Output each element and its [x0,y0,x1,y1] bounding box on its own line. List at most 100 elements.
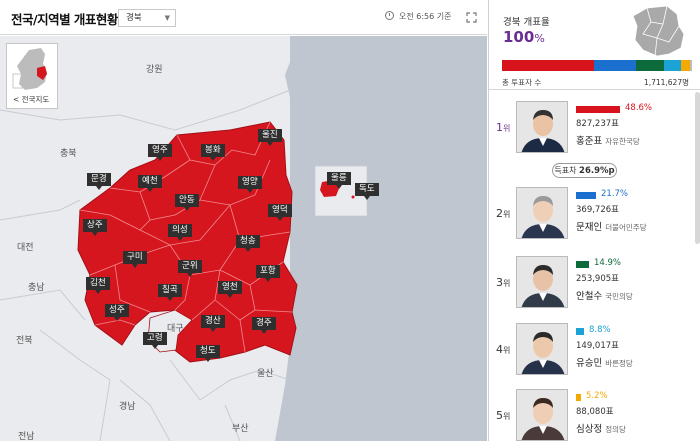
county-uiseong[interactable]: 의성 [168,224,192,241]
candidate-photo [516,256,568,308]
county-cheongsong[interactable]: 청송 [236,235,260,252]
rank-unit: 위 [503,346,511,355]
candidate-name-line: 안철수 국민의당 [576,288,633,302]
clock-icon [385,11,394,20]
county-gumi[interactable]: 구미 [123,251,147,268]
candidate-percent: 48.6% [625,103,653,113]
candidate-votes: 827,237표 [576,119,619,129]
county-uljin[interactable]: 울진 [258,129,282,146]
korea-mini-icon [12,48,47,90]
scrollbar[interactable] [695,92,700,244]
county-gimcheon[interactable]: 김천 [86,277,110,294]
candidate-percent: 21.7% [601,189,629,199]
update-time: 오전 6:56 기준 [385,11,452,22]
candidate-votes: 369,726표 [576,205,619,215]
candidate-row[interactable]: 1위 48.6% 827,237표홍준표 자유한국당 [489,95,694,163]
candidate-name: 안철수 [576,291,603,302]
county-yeongcheon[interactable]: 영천 [218,281,242,298]
county-seongju[interactable]: 성주 [105,304,129,321]
vote-gap-label: 득표차 [554,166,577,175]
county-dokdo[interactable]: 독도 [355,183,379,200]
vote-share-bar-item [576,192,596,199]
label-gyeongnam: 경남 [119,402,136,412]
county-yecheon[interactable]: 예천 [138,175,162,192]
count-rate-number: 100 [503,28,535,46]
candidate-row[interactable]: 2위 21.7% 369,726표문재인 더불어민주당 [489,181,694,249]
region-select[interactable]: 경북 ▼ [118,9,176,27]
page-title: 전국/지역별 개표현황 [11,12,118,27]
share-segment [502,60,595,71]
update-time-label: 오전 6:56 기준 [399,12,452,21]
county-sangju[interactable]: 상주 [83,219,107,236]
county-pohang[interactable]: 포항 [256,265,280,282]
vote-gap-badge: 득표차 26.9%p [552,163,617,178]
candidate-photo [516,323,568,375]
rank-number: 1 [496,121,503,134]
national-map-label: < 전국지도 [13,95,50,104]
county-cheongdo[interactable]: 청도 [196,345,220,362]
region-map[interactable]: 강원 충북 대전 충남 전북 대구 울산 경남 부산 전남 울진 영주 봉화 문… [0,36,487,441]
candidate-name-line: 홍준표 자유한국당 [576,133,640,147]
label-jeonnam: 전남 [18,432,35,441]
candidate-party: 정의당 [605,425,626,434]
label-chungnam: 충남 [28,283,45,293]
candidate-party: 국민의당 [605,292,633,301]
rank-number: 3 [496,276,503,289]
label-daegu: 대구 [167,324,184,334]
candidate-name: 문재인 [576,222,603,233]
vote-share-bar-item [576,328,584,335]
label-gangwon: 강원 [146,65,163,75]
candidate-votes: 88,080표 [576,407,614,417]
candidate-name: 심상정 [576,424,603,435]
candidate-name-line: 유승민 바른정당 [576,355,633,369]
candidate-rank: 4위 [496,343,510,356]
gyeongbuk-shape-icon [632,5,685,57]
national-map-button[interactable]: < 전국지도 [6,43,58,109]
rank-number: 5 [496,409,503,422]
label-chungbuk: 충북 [60,149,77,159]
chevron-down-icon: ▼ [164,14,170,22]
candidate-photo [516,389,568,441]
candidate-percent: 5.2% [586,391,608,401]
county-yeongdeok[interactable]: 영덕 [268,204,292,221]
candidate-party: 자유한국당 [605,137,640,146]
candidate-rank: 1위 [496,121,510,134]
county-bonghwa[interactable]: 봉화 [201,144,225,161]
county-gunwi[interactable]: 군위 [178,260,202,277]
county-mungyeong[interactable]: 문경 [87,173,111,190]
county-gyeongju[interactable]: 경주 [252,317,276,334]
candidate-name: 홍준표 [576,136,603,147]
count-rate-title: 경북 개표율 [503,17,550,28]
candidate-name-line: 문재인 더불어민주당 [576,219,647,233]
county-yeongju[interactable]: 영주 [148,144,172,161]
candidate-row[interactable]: 3위 14.9% 253,905표 안철수 국민의당 [489,250,694,318]
rank-unit: 위 [503,210,511,219]
vote-share-bar-item [576,394,581,401]
candidate-name-line: 심상정 정의당 [576,421,626,435]
county-gyeongsan[interactable]: 경산 [201,315,225,332]
vote-share-bar-item [576,261,589,268]
total-voters-label: 총 투표자 수 [502,78,542,87]
results-panel: 경북 개표율 100% 총 투표자 수 1,711,627명 1위 48.6% 82… [488,0,700,441]
candidate-rank: 3위 [496,276,510,289]
candidate-rank: 2위 [496,207,510,220]
candidate-name: 유승민 [576,358,603,369]
rank-unit: 위 [503,124,511,133]
county-andong[interactable]: 안동 [175,194,199,211]
candidate-row[interactable]: 4위 8.8% 149,017표 유승민 바른정당 [489,317,694,385]
count-rate-unit: % [534,32,545,45]
count-rate-value: 100% [503,28,545,46]
share-segment [680,60,691,71]
county-chilgok[interactable]: 칠곡 [158,284,182,301]
county-goryeong[interactable]: 고령 [143,332,167,349]
county-yeongyang[interactable]: 영양 [238,176,262,193]
share-segment [594,60,636,71]
vote-gap-value: 26.9%p [579,166,615,176]
county-ulleung[interactable]: 울릉 [327,172,351,189]
rank-number: 2 [496,207,503,220]
share-segment [635,60,664,71]
fullscreen-icon[interactable] [466,12,477,23]
candidate-row[interactable]: 5위 5.2% 88,080표 심상정 정의당 [489,383,694,441]
label-ulsan: 울산 [257,369,274,379]
region-select-value: 경북 [126,13,142,23]
